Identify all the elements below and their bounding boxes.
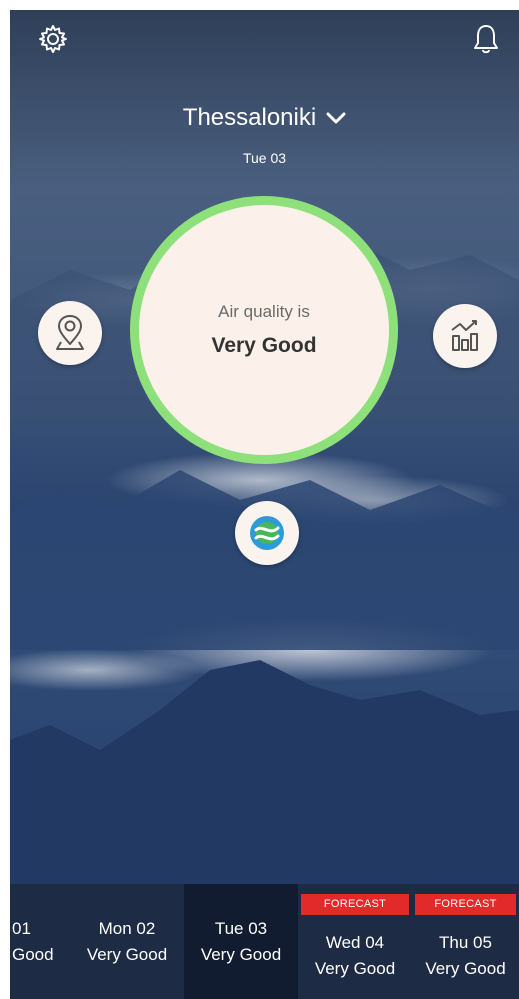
air-quality-indicator: Air quality is Very Good bbox=[130, 196, 398, 464]
map-pin-icon bbox=[56, 315, 84, 350]
settings-button[interactable] bbox=[36, 22, 70, 56]
selected-date: Tue 03 bbox=[242, 150, 287, 166]
day-name: Tue 03 bbox=[214, 918, 268, 938]
day-item-wed-04[interactable]: FORECAST Wed 04 Very Good bbox=[298, 884, 412, 999]
city-selector[interactable]: Thessaloniki bbox=[10, 104, 519, 132]
day-status: Good bbox=[12, 944, 54, 964]
app-logo-button[interactable] bbox=[235, 501, 299, 565]
forecast-badge: FORECAST bbox=[415, 894, 516, 915]
bar-chart-icon bbox=[451, 320, 478, 351]
map-button[interactable] bbox=[38, 301, 102, 365]
day-name: Wed 04 bbox=[325, 932, 385, 952]
statistics-button[interactable] bbox=[433, 304, 497, 368]
day-name: 01 bbox=[12, 918, 31, 938]
chevron-down-icon bbox=[326, 112, 346, 124]
mountain-ridge-front bbox=[10, 660, 519, 890]
day-status: Very Good bbox=[314, 958, 396, 978]
forecast-badge: FORECAST bbox=[301, 894, 409, 915]
day-status: Very Good bbox=[425, 958, 506, 978]
day-item-mon-02[interactable]: Mon 02 Very Good bbox=[70, 884, 184, 999]
air-quality-label: Air quality is bbox=[218, 302, 310, 321]
bell-icon bbox=[474, 25, 498, 54]
city-name: Thessaloniki bbox=[182, 104, 317, 131]
gear-icon bbox=[39, 25, 67, 53]
day-selector-bar: 01 Good Mon 02 Very Good Tue 03 Very Goo… bbox=[10, 884, 519, 999]
day-status: Very Good bbox=[86, 944, 168, 964]
air-quality-value: Very Good bbox=[211, 334, 317, 357]
notifications-button[interactable] bbox=[470, 22, 502, 56]
day-item-thu-05[interactable]: FORECAST Thu 05 Very Good bbox=[412, 884, 519, 999]
app-logo-icon bbox=[250, 516, 284, 550]
day-item-01[interactable]: 01 Good bbox=[10, 884, 70, 999]
day-status: Very Good bbox=[200, 944, 282, 964]
day-name: Thu 05 bbox=[439, 932, 492, 952]
day-item-tue-03[interactable]: Tue 03 Very Good bbox=[184, 884, 298, 999]
day-name: Mon 02 bbox=[98, 918, 156, 938]
app-screen: Thessaloniki Tue 03 Air quality is Very … bbox=[10, 10, 519, 999]
